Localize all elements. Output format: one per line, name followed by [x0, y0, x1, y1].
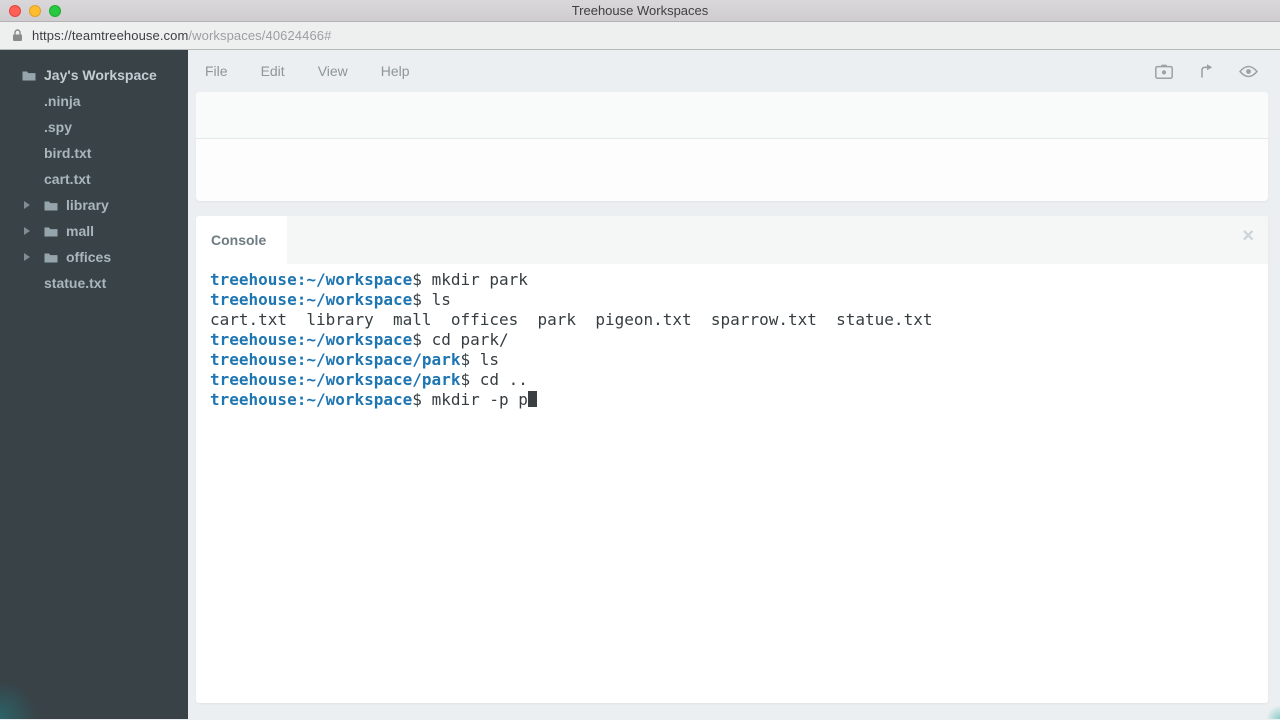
prompt-suffix: $ — [412, 390, 431, 409]
console-panel: Console × treehouse:~/workspace$ mkdir p… — [196, 216, 1268, 703]
sidebar-item-cart-txt[interactable]: cart.txt — [0, 166, 188, 192]
sidebar-item-ninja[interactable]: .ninja — [0, 88, 188, 114]
menu-item-edit[interactable]: Edit — [261, 63, 285, 79]
editor-tab-strip[interactable] — [196, 92, 1268, 139]
shell-command: ls — [432, 290, 451, 309]
disclosure-triangle-icon[interactable] — [24, 253, 44, 261]
shell-prompt: treehouse:~/workspace — [210, 330, 412, 349]
eye-icon — [1239, 65, 1258, 78]
corner-glow — [0, 683, 46, 719]
sidebar-item-label: bird.txt — [44, 145, 91, 161]
folder-icon — [44, 226, 66, 237]
menu-item-help[interactable]: Help — [381, 63, 410, 79]
folder-icon — [22, 70, 44, 81]
console-line: treehouse:~/workspace$ mkdir -p p — [210, 390, 1268, 410]
prompt-suffix: $ — [460, 350, 479, 369]
console-line: treehouse:~/workspace$ cd park/ — [210, 330, 1268, 350]
shell-command: cd .. — [480, 370, 528, 389]
console-header: Console × — [196, 216, 1268, 264]
close-window-button[interactable] — [9, 5, 21, 17]
sidebar-root-workspace[interactable]: Jay's Workspace — [0, 62, 188, 88]
close-console-icon[interactable]: × — [1242, 226, 1254, 246]
folder-icon — [44, 252, 66, 263]
console-tab-label: Console — [211, 232, 266, 248]
shell-command: ls — [480, 350, 499, 369]
shell-output: cart.txt library mall offices park pigeo… — [210, 310, 932, 329]
sidebar-root-label: Jay's Workspace — [44, 67, 157, 83]
shell-prompt: treehouse:~/workspace — [210, 290, 412, 309]
sidebar-item-label: offices — [66, 249, 111, 265]
console-line: treehouse:~/workspace$ mkdir park — [210, 270, 1268, 290]
shell-command: cd park/ — [432, 330, 509, 349]
snapshot-button[interactable] — [1155, 64, 1173, 79]
editor-pane[interactable] — [196, 139, 1268, 201]
url-text: https://teamtreehouse.com/workspaces/406… — [32, 28, 331, 43]
lock-icon — [12, 29, 23, 42]
disclosure-triangle-icon[interactable] — [24, 201, 44, 209]
tab-console[interactable]: Console — [196, 216, 287, 264]
menu-item-file[interactable]: File — [205, 63, 228, 79]
shell-prompt: treehouse:~/workspace/park — [210, 350, 460, 369]
address-bar[interactable]: https://teamtreehouse.com/workspaces/406… — [0, 22, 1280, 50]
console-line: treehouse:~/workspace/park$ ls — [210, 350, 1268, 370]
shell-prompt: treehouse:~/workspace — [210, 270, 412, 289]
url-domain: https://teamtreehouse.com — [32, 28, 188, 43]
shell-prompt: treehouse:~/workspace/park — [210, 370, 460, 389]
sidebar-item-statue-txt[interactable]: statue.txt — [0, 270, 188, 296]
sidebar-item-mall[interactable]: mall — [0, 218, 188, 244]
sidebar-item-label: .ninja — [44, 93, 81, 109]
sidebar-item-bird-txt[interactable]: bird.txt — [0, 140, 188, 166]
corner-glow — [1266, 705, 1280, 719]
traffic-lights — [9, 5, 61, 17]
panel-gap — [188, 201, 1280, 216]
fork-icon — [1198, 63, 1214, 79]
console-line: treehouse:~/workspace/park$ cd .. — [210, 370, 1268, 390]
sidebar-item-offices[interactable]: offices — [0, 244, 188, 270]
console-output[interactable]: treehouse:~/workspace$ mkdir parktreehou… — [196, 264, 1268, 703]
sidebar-item-label: cart.txt — [44, 171, 91, 187]
camera-icon — [1155, 64, 1173, 79]
titlebar: Treehouse Workspaces — [0, 0, 1280, 22]
terminal-cursor — [528, 391, 537, 407]
shell-command: mkdir -p p — [432, 390, 528, 409]
window-title: Treehouse Workspaces — [0, 0, 1280, 21]
file-tree-sidebar: Jay's Workspace .ninja .spy bird.txt — [0, 50, 188, 719]
toolbar-icons — [1155, 50, 1258, 92]
browser-window: Treehouse Workspaces https://teamtreehou… — [0, 0, 1280, 720]
folder-icon — [44, 200, 66, 211]
menu-items-container: File Edit View Help — [205, 63, 410, 79]
fork-button[interactable] — [1198, 63, 1214, 79]
disclosure-triangle-icon[interactable] — [24, 227, 44, 235]
prompt-suffix: $ — [412, 270, 431, 289]
minimize-window-button[interactable] — [29, 5, 41, 17]
shell-prompt: treehouse:~/workspace — [210, 390, 412, 409]
sidebar-item-library[interactable]: library — [0, 192, 188, 218]
sidebar-item-label: mall — [66, 223, 94, 239]
sidebar-item-label: statue.txt — [44, 275, 106, 291]
url-path: /workspaces/40624466# — [188, 28, 331, 43]
prompt-suffix: $ — [460, 370, 479, 389]
prompt-suffix: $ — [412, 290, 431, 309]
preview-button[interactable] — [1239, 65, 1258, 78]
console-line: treehouse:~/workspace$ ls — [210, 290, 1268, 310]
workspace-menubar: File Edit View Help — [188, 50, 1280, 92]
sidebar-file-list: .ninja .spy bird.txt cart.txt — [0, 88, 188, 296]
zoom-window-button[interactable] — [49, 5, 61, 17]
sidebar-item-spy[interactable]: .spy — [0, 114, 188, 140]
menu-item-view[interactable]: View — [318, 63, 348, 79]
console-line: cart.txt library mall offices park pigeo… — [210, 310, 1268, 330]
sidebar-item-label: .spy — [44, 119, 72, 135]
shell-command: mkdir park — [432, 270, 528, 289]
prompt-suffix: $ — [412, 330, 431, 349]
sidebar-item-label: library — [66, 197, 109, 213]
workspace-app: Jay's Workspace .ninja .spy bird.txt — [0, 50, 1280, 719]
main-area: File Edit View Help — [188, 50, 1280, 719]
